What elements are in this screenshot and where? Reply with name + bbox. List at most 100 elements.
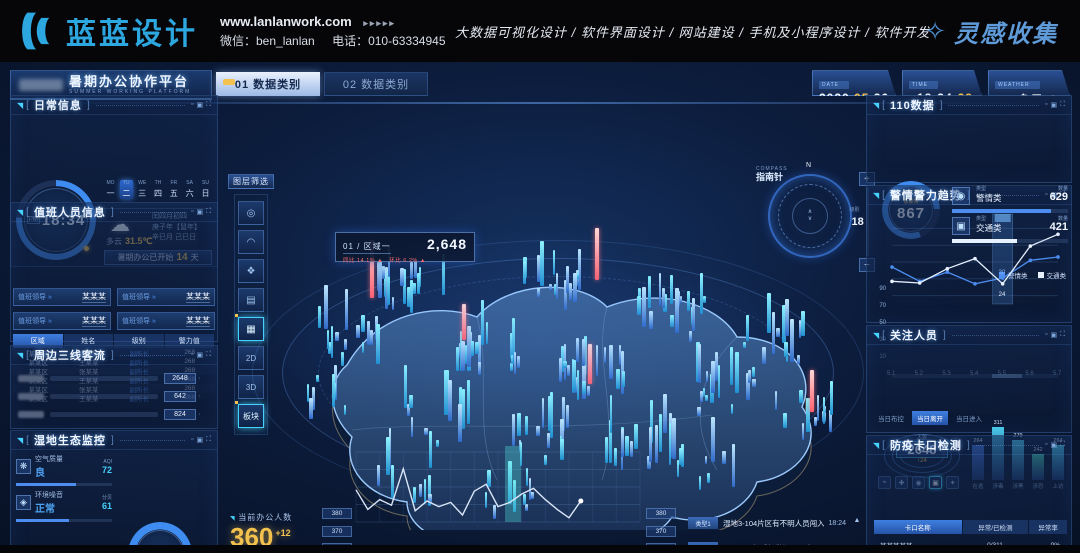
map-extrusion <box>333 301 812 530</box>
flow-bar-row: 642ᛧ <box>18 390 214 402</box>
data-column <box>456 347 459 371</box>
data-column <box>331 326 333 358</box>
data-column <box>659 414 662 452</box>
building-layer-button[interactable]: ▦ <box>238 317 264 341</box>
panel-expand-icon[interactable]: ⛶ <box>206 436 211 444</box>
panel-window-icon[interactable]: ▣ <box>1050 331 1057 339</box>
duty-leader-card[interactable]: 值班领导»某某某 <box>117 312 215 330</box>
data-column <box>344 339 347 350</box>
camera-layer-button[interactable]: ◎ <box>238 201 264 225</box>
data-column <box>743 342 746 348</box>
province-map[interactable] <box>262 230 842 530</box>
duty-leader-card[interactable]: 值班领导»某某某 <box>117 288 215 306</box>
panel-window-icon[interactable]: ▣ <box>196 436 203 444</box>
weekday-su[interactable]: SU日 <box>199 180 212 199</box>
panel-expand-icon[interactable]: ⛶ <box>206 101 211 109</box>
checkpoint-header-0[interactable]: 卡口名称 <box>874 520 962 534</box>
panel-window-icon[interactable]: ▣ <box>196 101 203 109</box>
data-column <box>699 476 701 490</box>
data-column <box>377 465 380 486</box>
cluster-layer-button[interactable]: ❖ <box>238 259 264 283</box>
zoom-level-label: 级别 <box>850 206 860 213</box>
website-link[interactable]: www.lanlanwork.com <box>220 14 352 29</box>
weekday-tu[interactable]: TU二 <box>120 180 133 199</box>
flow-bar-row: 824ᛧ <box>18 408 214 420</box>
data-column <box>582 381 586 394</box>
mode-plate-button[interactable]: 板块 <box>238 404 264 428</box>
data-column <box>625 436 629 456</box>
focus-tab-1[interactable]: 当日离开 <box>912 411 948 425</box>
data-column <box>822 411 826 422</box>
panel-minimize-icon[interactable]: ▫ <box>191 351 193 359</box>
legend-swatch <box>999 272 1005 278</box>
list-layer-button[interactable]: ▤ <box>238 288 264 312</box>
mode-2d-button[interactable]: 2D <box>238 346 264 370</box>
data-column <box>328 342 331 354</box>
data-column <box>732 444 735 487</box>
panel-window-icon[interactable]: ▣ <box>196 351 203 359</box>
weekday-mo[interactable]: MO一 <box>104 180 117 199</box>
data-column <box>332 374 335 407</box>
flow-label-blur <box>18 411 44 418</box>
panel-minimize-icon[interactable]: ▫ <box>1045 101 1047 109</box>
data-column <box>710 374 714 403</box>
legend-item[interactable]: 警情类 <box>999 270 1028 280</box>
focus-tab-0[interactable]: 当日布控 <box>876 411 906 425</box>
panel-window-icon[interactable]: ▣ <box>1050 441 1057 449</box>
weekday-th[interactable]: TH四 <box>151 180 164 199</box>
panel-expand-icon[interactable]: ⛶ <box>206 208 211 216</box>
panel-window-icon[interactable]: ▣ <box>196 208 203 216</box>
weekday-sa[interactable]: SA六 <box>183 180 196 199</box>
panel-minimize-icon[interactable]: ▫ <box>191 101 193 109</box>
panel-title: 值班人员信息 <box>34 204 106 220</box>
data-column <box>560 436 562 445</box>
scroll-up-icon[interactable]: ▲ <box>854 517 861 524</box>
eco-item: ◈环境噪音正常分贝61 <box>16 490 112 522</box>
data-column <box>731 404 733 414</box>
panel-expand-icon[interactable]: ⛶ <box>1060 331 1065 339</box>
duty-leader-card[interactable]: 值班领导»某某某 <box>13 288 111 306</box>
data-column <box>334 383 336 399</box>
tab-data-category-2[interactable]: 02 数据类别 <box>324 72 428 96</box>
data-column <box>389 428 391 469</box>
panel-expand-icon[interactable]: ⛶ <box>206 351 211 359</box>
data-column <box>445 404 448 410</box>
panel-minimize-icon[interactable]: ▫ <box>191 208 193 216</box>
data-column <box>584 336 587 375</box>
data-column <box>309 398 313 419</box>
data-column <box>345 289 348 330</box>
checkpoint-header-2[interactable]: 异常率 <box>1029 520 1067 534</box>
data-column <box>487 470 491 487</box>
eco-item: ❋空气质量良AQI72 <box>16 454 112 486</box>
weekday-fr[interactable]: FR五 <box>167 180 180 199</box>
panel-expand-icon[interactable]: ⛶ <box>1060 101 1065 109</box>
data-column <box>547 433 550 448</box>
map-tooltip: 01 / 区域一 2,648 同比 14.1% ▲ 环比 6.2% ▲ <box>335 232 475 262</box>
mode-3d-button[interactable]: 3D <box>238 375 264 399</box>
panel-minimize-icon[interactable]: ▫ <box>191 436 193 444</box>
data-column <box>670 275 673 304</box>
panel-minimize-icon[interactable]: ▫ <box>1045 331 1047 339</box>
data-column <box>403 269 406 304</box>
panel-window-icon[interactable]: ▣ <box>1050 101 1057 109</box>
data-column <box>428 475 431 506</box>
data-column <box>341 352 344 366</box>
data-column <box>361 315 365 332</box>
legend-item[interactable]: 交通类 <box>1038 270 1067 280</box>
weekday-we[interactable]: WE三 <box>136 180 149 199</box>
alert-item[interactable]: 类型1湿地3-104片区有不明人员闯入18:24 <box>688 514 846 532</box>
panel-minimize-icon[interactable]: ▫ <box>1045 441 1047 449</box>
data-column <box>513 480 516 512</box>
eco-value: 61 <box>102 501 112 511</box>
signal-layer-button[interactable]: ◠ <box>238 230 264 254</box>
data-column <box>718 365 720 398</box>
data-column <box>706 371 708 382</box>
duty-leader-card[interactable]: 值班领导»某某某 <box>13 312 111 330</box>
alert-column <box>595 228 599 280</box>
panel-expand-icon[interactable]: ⛶ <box>1060 441 1065 449</box>
checkpoint-header-1[interactable]: 异常/已检测 <box>963 520 1029 534</box>
data-column <box>705 395 708 401</box>
data-column <box>802 423 804 440</box>
tab-data-category-1[interactable]: 01 数据类别 <box>216 72 320 96</box>
data-column <box>407 404 410 416</box>
